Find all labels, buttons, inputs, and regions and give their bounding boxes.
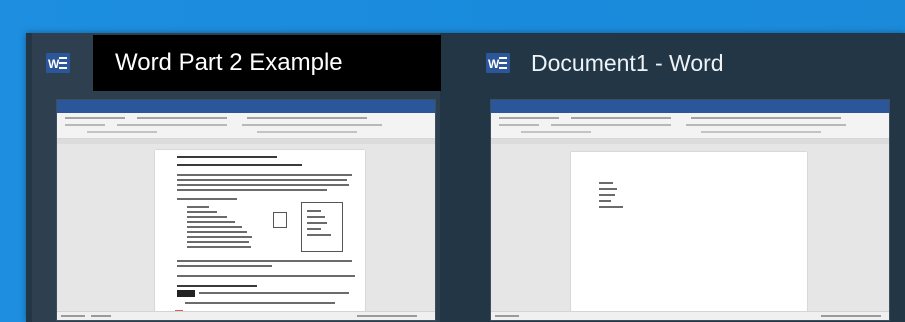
title-bar [491, 100, 889, 107]
window-title-row: W Document1 - Word [458, 33, 905, 91]
window-title-row: W Word Part 2 Example [26, 33, 441, 91]
taskbar-preview-flyout: W Word Part 2 Example W Document1 - Word [26, 33, 905, 322]
window-preview-word-part-2-example[interactable]: W Word Part 2 Example [26, 33, 441, 322]
window-title: Document1 - Word [531, 50, 724, 76]
document-page [155, 150, 365, 320]
ruler [57, 139, 435, 144]
window-title-tooltip: Word Part 2 Example [93, 35, 441, 91]
ruler [491, 139, 889, 144]
word-icon: W [46, 53, 70, 73]
status-bar [491, 311, 889, 320]
window-thumbnail[interactable] [56, 99, 436, 321]
document-page [571, 152, 807, 320]
word-icon: W [486, 53, 510, 73]
window-preview-document1-word[interactable]: W Document1 - Word [458, 33, 905, 322]
ribbon [491, 113, 889, 139]
window-thumbnail[interactable] [490, 99, 890, 321]
title-bar [57, 100, 435, 107]
svg-text:W: W [488, 57, 500, 71]
status-bar [57, 311, 435, 320]
svg-text:W: W [48, 57, 60, 71]
ribbon [57, 113, 435, 139]
